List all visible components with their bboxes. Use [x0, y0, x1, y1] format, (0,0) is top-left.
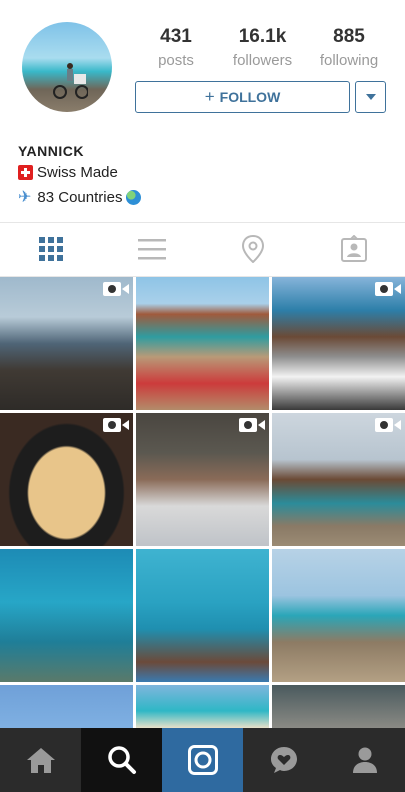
nav-profile[interactable] — [324, 728, 405, 792]
following-label: following — [319, 52, 379, 69]
posts-count: 431 — [160, 26, 192, 47]
followers-stat[interactable]: 16.1k followers — [227, 26, 299, 69]
post-thumbnail[interactable] — [272, 277, 405, 410]
search-icon — [107, 746, 136, 774]
nav-search[interactable] — [81, 728, 162, 792]
tab-list-view[interactable] — [136, 233, 168, 265]
post-thumbnail[interactable] — [0, 549, 133, 682]
following-stat[interactable]: 885 following — [313, 26, 385, 69]
post-thumbnail[interactable] — [136, 549, 269, 682]
followers-label: followers — [232, 52, 293, 69]
following-count: 885 — [333, 26, 365, 47]
nav-activity[interactable] — [243, 728, 324, 792]
globe-icon — [126, 189, 142, 205]
follow-button[interactable]: + FOLLOW — [135, 81, 350, 113]
nav-home[interactable] — [0, 728, 81, 792]
nav-camera[interactable] — [162, 728, 243, 792]
suggestions-dropdown-button[interactable] — [355, 81, 386, 113]
post-thumbnail[interactable] — [136, 685, 269, 728]
location-pin-icon — [241, 235, 265, 263]
post-thumbnail[interactable] — [0, 413, 133, 546]
bottom-navigation — [0, 728, 405, 792]
swiss-flag-icon — [18, 165, 33, 180]
bio-text-1: Swiss Made — [37, 164, 118, 181]
post-thumbnail[interactable] — [272, 413, 405, 546]
home-icon — [26, 748, 55, 773]
post-thumbnail[interactable] — [136, 413, 269, 546]
bio-line-2: ✈ 83 Countries — [18, 187, 142, 207]
profile-stats: 431 posts 16.1k followers 885 following — [140, 26, 385, 69]
camera-icon — [187, 745, 218, 775]
profile-icon — [352, 747, 377, 773]
list-icon — [138, 239, 166, 260]
plus-icon: + — [204, 87, 215, 106]
video-camera-icon — [375, 282, 401, 296]
chevron-down-icon — [365, 94, 376, 100]
post-thumbnail[interactable] — [136, 277, 269, 410]
tagged-person-icon — [341, 235, 367, 262]
video-camera-icon — [103, 282, 129, 296]
heart-bubble-icon — [270, 747, 297, 773]
video-camera-icon — [103, 418, 129, 432]
username: YANNICK — [18, 143, 84, 159]
video-camera-icon — [375, 418, 401, 432]
tab-grid-view[interactable] — [35, 233, 67, 265]
profile-view-tabs — [0, 222, 405, 277]
grid-icon — [39, 237, 63, 261]
posts-stat[interactable]: 431 posts — [140, 26, 212, 69]
avatar[interactable] — [22, 22, 112, 112]
avatar-photo — [53, 63, 88, 99]
post-thumbnail[interactable] — [272, 685, 405, 728]
tab-location-view[interactable] — [237, 233, 269, 265]
bio-text-2: 83 Countries — [37, 188, 123, 206]
post-thumbnail[interactable] — [0, 685, 133, 728]
post-thumbnail[interactable] — [0, 277, 133, 410]
profile-header: 431 posts 16.1k followers 885 following … — [0, 0, 405, 222]
tab-tagged-view[interactable] — [338, 233, 370, 265]
posts-label: posts — [158, 52, 194, 69]
airplane-icon: ✈ — [18, 189, 32, 206]
post-thumbnail[interactable] — [272, 549, 405, 682]
bio-line-1: Swiss Made — [18, 164, 118, 181]
video-camera-icon — [239, 418, 265, 432]
followers-count: 16.1k — [238, 26, 287, 47]
follow-label: FOLLOW — [219, 89, 281, 105]
